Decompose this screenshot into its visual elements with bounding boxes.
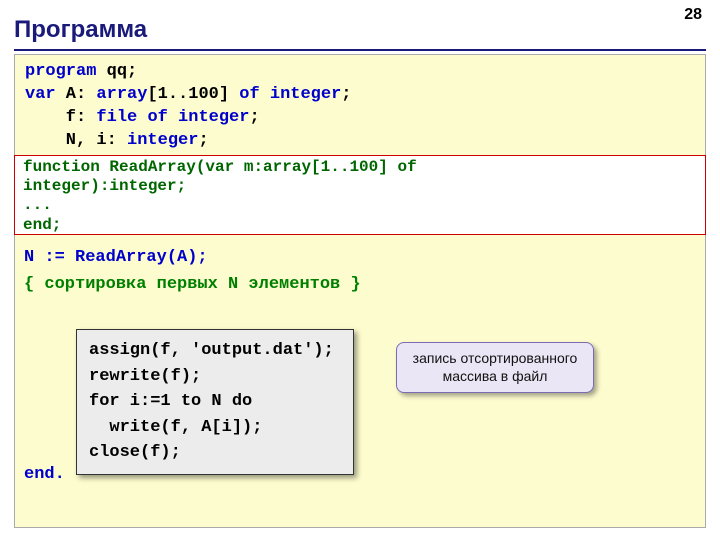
after-func-block: N := ReadArray(A); { сортировка первых N… [24,244,361,298]
write-file-box: assign(f, 'output.dat'); rewrite(f); for… [76,329,354,475]
code-text: qq; [96,62,137,81]
code-text: f: [25,108,96,127]
code-line-4: N, i: integer; [25,130,695,153]
inner-line-5: close(f); [89,440,341,466]
inner-line-3: for i:=1 to N do [89,389,341,415]
slide-title: Программа [14,16,147,44]
inner-line-1: assign(f, 'output.dat'); [89,338,341,364]
kw-var: var [25,85,56,104]
code-text: N, i: [25,131,127,150]
code-text [260,85,270,104]
inner-line-2: rewrite(f); [89,364,341,390]
end-keyword: end. [24,465,65,484]
kw-of: of [147,108,167,127]
function-box: function ReadArray(var m:array[1..100] o… [14,155,706,235]
code-text: ; [341,85,351,104]
title-underline [14,49,706,51]
func-line-1: function ReadArray(var m:array[1..100] o… [23,158,697,177]
kw-of: of [239,85,259,104]
kw-program: program [25,62,96,81]
after-line-1: N := ReadArray(A); [24,244,361,271]
after-line-2-comment: { сортировка первых N элементов } [24,271,361,298]
kw-integer: integer [178,108,249,127]
code-text: A: [56,85,97,104]
code-text: ; [249,108,259,127]
code-text: ; [198,131,208,150]
code-text [168,108,178,127]
kw-integer: integer [127,131,198,150]
func-line-2: integer):integer; [23,177,697,196]
func-line-3: ... [23,196,697,215]
kw-file: file [96,108,137,127]
inner-line-4: write(f, A[i]); [89,415,341,441]
code-line-2: var A: array[1..100] of integer; [25,84,695,107]
kw-integer: integer [270,85,341,104]
code-text: [1..100] [147,85,239,104]
code-line-3: f: file of integer; [25,107,695,130]
func-line-4: end; [23,216,697,235]
page-number: 28 [684,6,702,24]
code-text [137,108,147,127]
kw-array: array [96,85,147,104]
callout-note: запись отсортированного массива в файл [396,342,594,393]
code-line-1: program qq; [25,61,695,84]
